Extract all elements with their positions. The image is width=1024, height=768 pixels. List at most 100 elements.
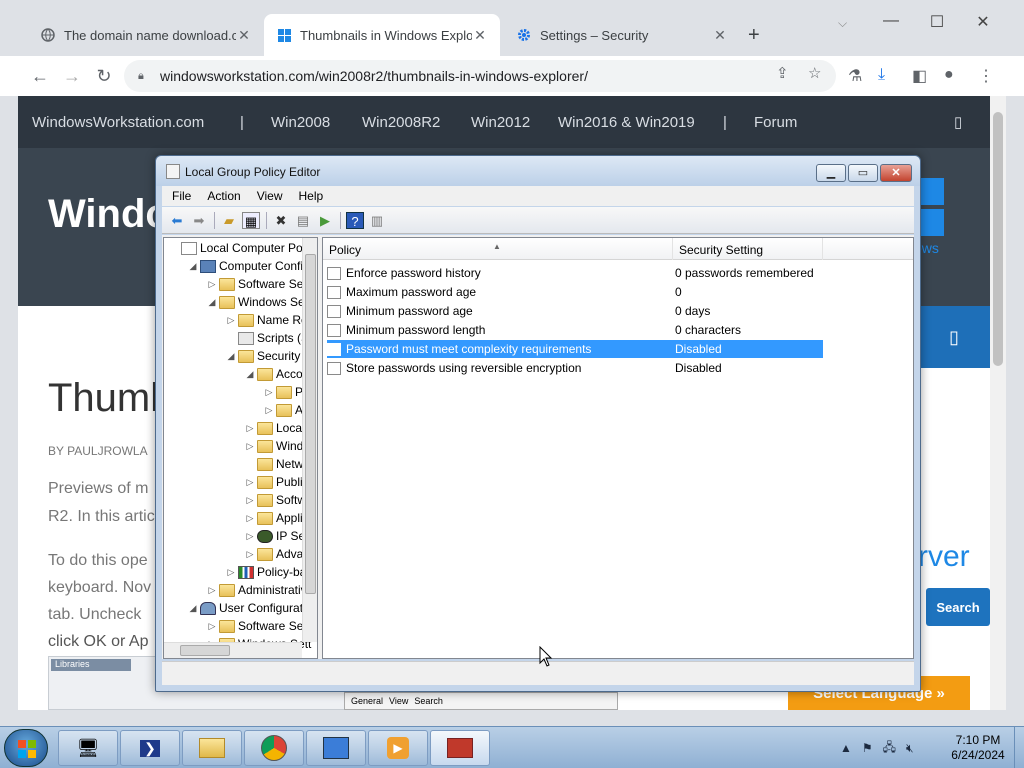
nav-link-home[interactable]: WindowsWorkstation.com bbox=[32, 114, 204, 131]
gpo-titlebar[interactable]: Local Group Policy Editor ▁ ▭ ✕ bbox=[156, 156, 920, 186]
tree-item[interactable]: ◢ User Configuratio bbox=[187, 599, 313, 617]
show-desktop-button[interactable] bbox=[1014, 727, 1024, 768]
maximize-icon[interactable]: ☐ bbox=[914, 12, 960, 32]
action-pane-icon[interactable]: ▥ bbox=[368, 212, 386, 229]
group-policy-taskbar-icon[interactable] bbox=[430, 730, 490, 766]
menu-toggle-icon[interactable]: ▯ bbox=[954, 113, 962, 131]
collapse-arrow-icon[interactable]: ◢ bbox=[225, 351, 237, 362]
policy-row[interactable]: Password must meet complexity requiremen… bbox=[327, 340, 823, 358]
volume-muted-icon[interactable]: 🔇︎ bbox=[906, 741, 914, 756]
chrome-icon[interactable] bbox=[244, 730, 304, 766]
tree-item[interactable]: ▷ Policy-bas bbox=[225, 563, 313, 581]
menu-file[interactable]: File bbox=[172, 189, 191, 203]
policy-row[interactable]: Minimum password age 0 days bbox=[327, 302, 823, 320]
column-header-security-setting[interactable]: Security Setting bbox=[673, 238, 823, 260]
tree-horizontal-scrollbar[interactable] bbox=[164, 642, 302, 658]
show-hide-tree-icon[interactable]: ▦ bbox=[242, 212, 260, 229]
tree-vertical-scrollbar[interactable] bbox=[302, 238, 317, 642]
gpo-maximize-button[interactable]: ▭ bbox=[848, 164, 878, 182]
nav-link-forum[interactable]: Forum bbox=[754, 114, 797, 131]
menu-view[interactable]: View bbox=[257, 189, 283, 203]
nav-link-win2008r2[interactable]: Win2008R2 bbox=[362, 114, 440, 131]
more-menu-icon[interactable]: ⋮ bbox=[978, 66, 994, 86]
tree-item[interactable]: ▷ Public bbox=[244, 473, 309, 491]
network-icon[interactable]: 🖧︎ bbox=[883, 738, 896, 759]
expand-arrow-icon[interactable]: ▷ bbox=[244, 495, 256, 506]
expand-arrow-icon[interactable]: ▷ bbox=[225, 315, 237, 326]
media-player-icon[interactable]: ▶ bbox=[368, 730, 428, 766]
expand-arrow-icon[interactable]: ▷ bbox=[263, 405, 275, 416]
expand-arrow-icon[interactable]: ▷ bbox=[244, 423, 256, 434]
tree-item[interactable]: Local Computer Polic bbox=[168, 239, 314, 257]
tree-item[interactable]: ▷ Name Res bbox=[225, 311, 314, 329]
file-explorer-icon[interactable] bbox=[182, 730, 242, 766]
browser-tab-settings[interactable]: Settings – Security ✕ bbox=[504, 14, 740, 56]
show-hidden-icons-icon[interactable]: ▲ bbox=[840, 741, 852, 755]
nav-link-win2016[interactable]: Win2016 & Win2019 bbox=[558, 114, 695, 131]
policy-row[interactable]: Minimum password length 0 characters bbox=[327, 321, 823, 339]
close-icon[interactable]: ✕ bbox=[960, 12, 1006, 32]
scrollbar-thumb[interactable] bbox=[305, 254, 316, 594]
tree-item[interactable]: ▷ Advan bbox=[244, 545, 311, 563]
clock[interactable]: 7:10 PM 6/24/2024 bbox=[938, 733, 1018, 763]
tree-item[interactable]: ◢ Accou bbox=[244, 365, 310, 383]
bookmark-star-icon[interactable]: ☆ bbox=[808, 64, 821, 82]
reload-icon[interactable]: ↻ bbox=[92, 64, 116, 88]
minimize-icon[interactable]: — bbox=[868, 12, 914, 30]
search-toggle-icon[interactable]: ▯ bbox=[918, 306, 990, 368]
scrollbar-thumb[interactable] bbox=[180, 645, 230, 656]
collapse-arrow-icon[interactable]: ◢ bbox=[187, 261, 199, 272]
tree-item[interactable]: ▷ Administrativ bbox=[206, 581, 307, 599]
delete-icon[interactable]: ✖ bbox=[272, 212, 290, 229]
labs-flask-icon[interactable]: ⚗ bbox=[848, 66, 862, 86]
column-header-policy[interactable]: Policy ▲ bbox=[323, 238, 673, 260]
control-panel-icon[interactable] bbox=[306, 730, 366, 766]
close-tab-icon[interactable]: ✕ bbox=[236, 27, 252, 44]
up-folder-icon[interactable]: ▰ bbox=[220, 212, 238, 229]
collapse-arrow-icon[interactable]: ◢ bbox=[206, 297, 218, 308]
tree-item[interactable]: ◢ Windows Sett bbox=[206, 293, 312, 311]
expand-arrow-icon[interactable]: ▷ bbox=[244, 531, 256, 542]
forward-arrow-icon[interactable]: ➡ bbox=[190, 212, 208, 229]
side-panel-icon[interactable]: ◧ bbox=[912, 66, 927, 86]
tree-item[interactable]: ◢ Computer Config bbox=[187, 257, 310, 275]
tree-item[interactable]: Netwo bbox=[244, 455, 310, 473]
collapse-arrow-icon[interactable]: ◢ bbox=[244, 369, 256, 380]
gpo-close-button[interactable]: ✕ bbox=[880, 164, 912, 182]
export-list-icon[interactable]: ▶ bbox=[316, 212, 334, 229]
search-button[interactable]: Search bbox=[926, 588, 990, 626]
powershell-icon[interactable]: ❯ bbox=[120, 730, 180, 766]
back-icon[interactable]: ← bbox=[28, 64, 52, 88]
nav-link-win2012[interactable]: Win2012 bbox=[471, 114, 530, 131]
tree-item[interactable]: ▷ Software Setti bbox=[206, 275, 313, 293]
policy-row[interactable]: Enforce password history 0 passwords reme… bbox=[327, 264, 823, 282]
back-arrow-icon[interactable]: ⬅ bbox=[168, 212, 186, 229]
start-button[interactable] bbox=[4, 729, 48, 767]
properties-icon[interactable]: ▤ bbox=[294, 212, 312, 229]
page-scrollbar[interactable] bbox=[990, 96, 1006, 710]
gpo-minimize-button[interactable]: ▁ bbox=[816, 164, 846, 182]
expand-arrow-icon[interactable]: ▷ bbox=[206, 621, 218, 632]
close-tab-icon[interactable]: ✕ bbox=[472, 27, 488, 44]
server-manager-icon[interactable]: 🖥︎ bbox=[58, 730, 118, 766]
browser-tab-domain[interactable]: The domain name download.co ✕ bbox=[28, 14, 264, 56]
policy-row[interactable]: Store passwords using reversible encrypt… bbox=[327, 359, 823, 377]
expand-arrow-icon[interactable]: ▷ bbox=[244, 441, 256, 452]
download-icon[interactable]: ⤓ bbox=[878, 66, 885, 84]
menu-help[interactable]: Help bbox=[299, 189, 324, 203]
share-icon[interactable]: ⇪ bbox=[776, 64, 789, 82]
expand-arrow-icon[interactable]: ▷ bbox=[244, 513, 256, 524]
flag-icon[interactable]: ⚑ bbox=[862, 741, 873, 755]
tree-item[interactable]: ▷ Windo bbox=[244, 437, 310, 455]
profile-avatar-icon[interactable]: ● bbox=[944, 66, 954, 84]
close-tab-icon[interactable]: ✕ bbox=[712, 27, 728, 44]
collapse-arrow-icon[interactable]: ◢ bbox=[187, 603, 199, 614]
address-bar[interactable]: 🔒︎ windowsworkstation.com/win2008r2/thum… bbox=[124, 60, 836, 92]
new-tab-icon[interactable]: + bbox=[748, 24, 760, 47]
expand-arrow-icon[interactable]: ▷ bbox=[244, 549, 256, 560]
policy-row[interactable]: Maximum password age 0 bbox=[327, 283, 823, 301]
expand-arrow-icon[interactable]: ▷ bbox=[225, 567, 237, 578]
scrollbar-thumb[interactable] bbox=[993, 112, 1003, 366]
nav-link-win2008[interactable]: Win2008 bbox=[271, 114, 330, 131]
menu-action[interactable]: Action bbox=[207, 189, 240, 203]
